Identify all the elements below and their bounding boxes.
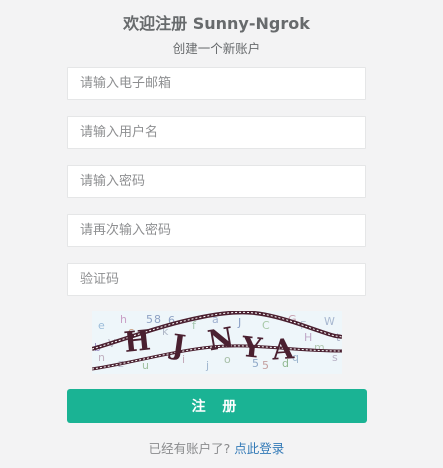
login-prompt-text: 已经有账户了? [148,441,231,456]
svg-text:u: u [142,359,149,372]
page-title: 欢迎注册 Sunny-Ngrok [123,14,310,33]
page-subtitle: 创建一个新账户 [172,41,261,56]
register-button[interactable]: 注 册 [67,389,367,423]
captcha-char: N [205,321,236,358]
svg-text:5: 5 [262,359,269,372]
svg-text:e: e [98,319,105,332]
password-field[interactable] [67,165,366,198]
login-prompt: 已经有账户了? 点此登录 [0,438,433,457]
email-field[interactable] [67,67,366,100]
svg-text:8: 8 [154,313,161,326]
login-link[interactable]: 点此登录 [234,441,284,456]
captcha-field[interactable] [67,263,366,296]
svg-text:J: J [237,316,241,329]
svg-text:n: n [98,351,105,364]
svg-text:s: s [332,351,338,364]
captcha-char: A [270,332,296,367]
captcha-char: Y [239,330,264,365]
svg-text:C: C [262,319,270,332]
svg-text:W: W [324,315,335,328]
confirm-password-field[interactable] [67,214,366,247]
username-field[interactable] [67,116,366,149]
svg-text:H: H [304,331,312,344]
captcha-char: H [122,323,152,359]
svg-text:j: j [205,359,209,372]
captcha-image[interactable]: e h b V c 5 8 6 k f a J C G F W H m s q [92,311,342,374]
register-page: 欢迎注册 Sunny-Ngrok 创建一个新账户 e h b V c 5 8 6… [0,0,443,468]
svg-text:h: h [120,313,127,326]
